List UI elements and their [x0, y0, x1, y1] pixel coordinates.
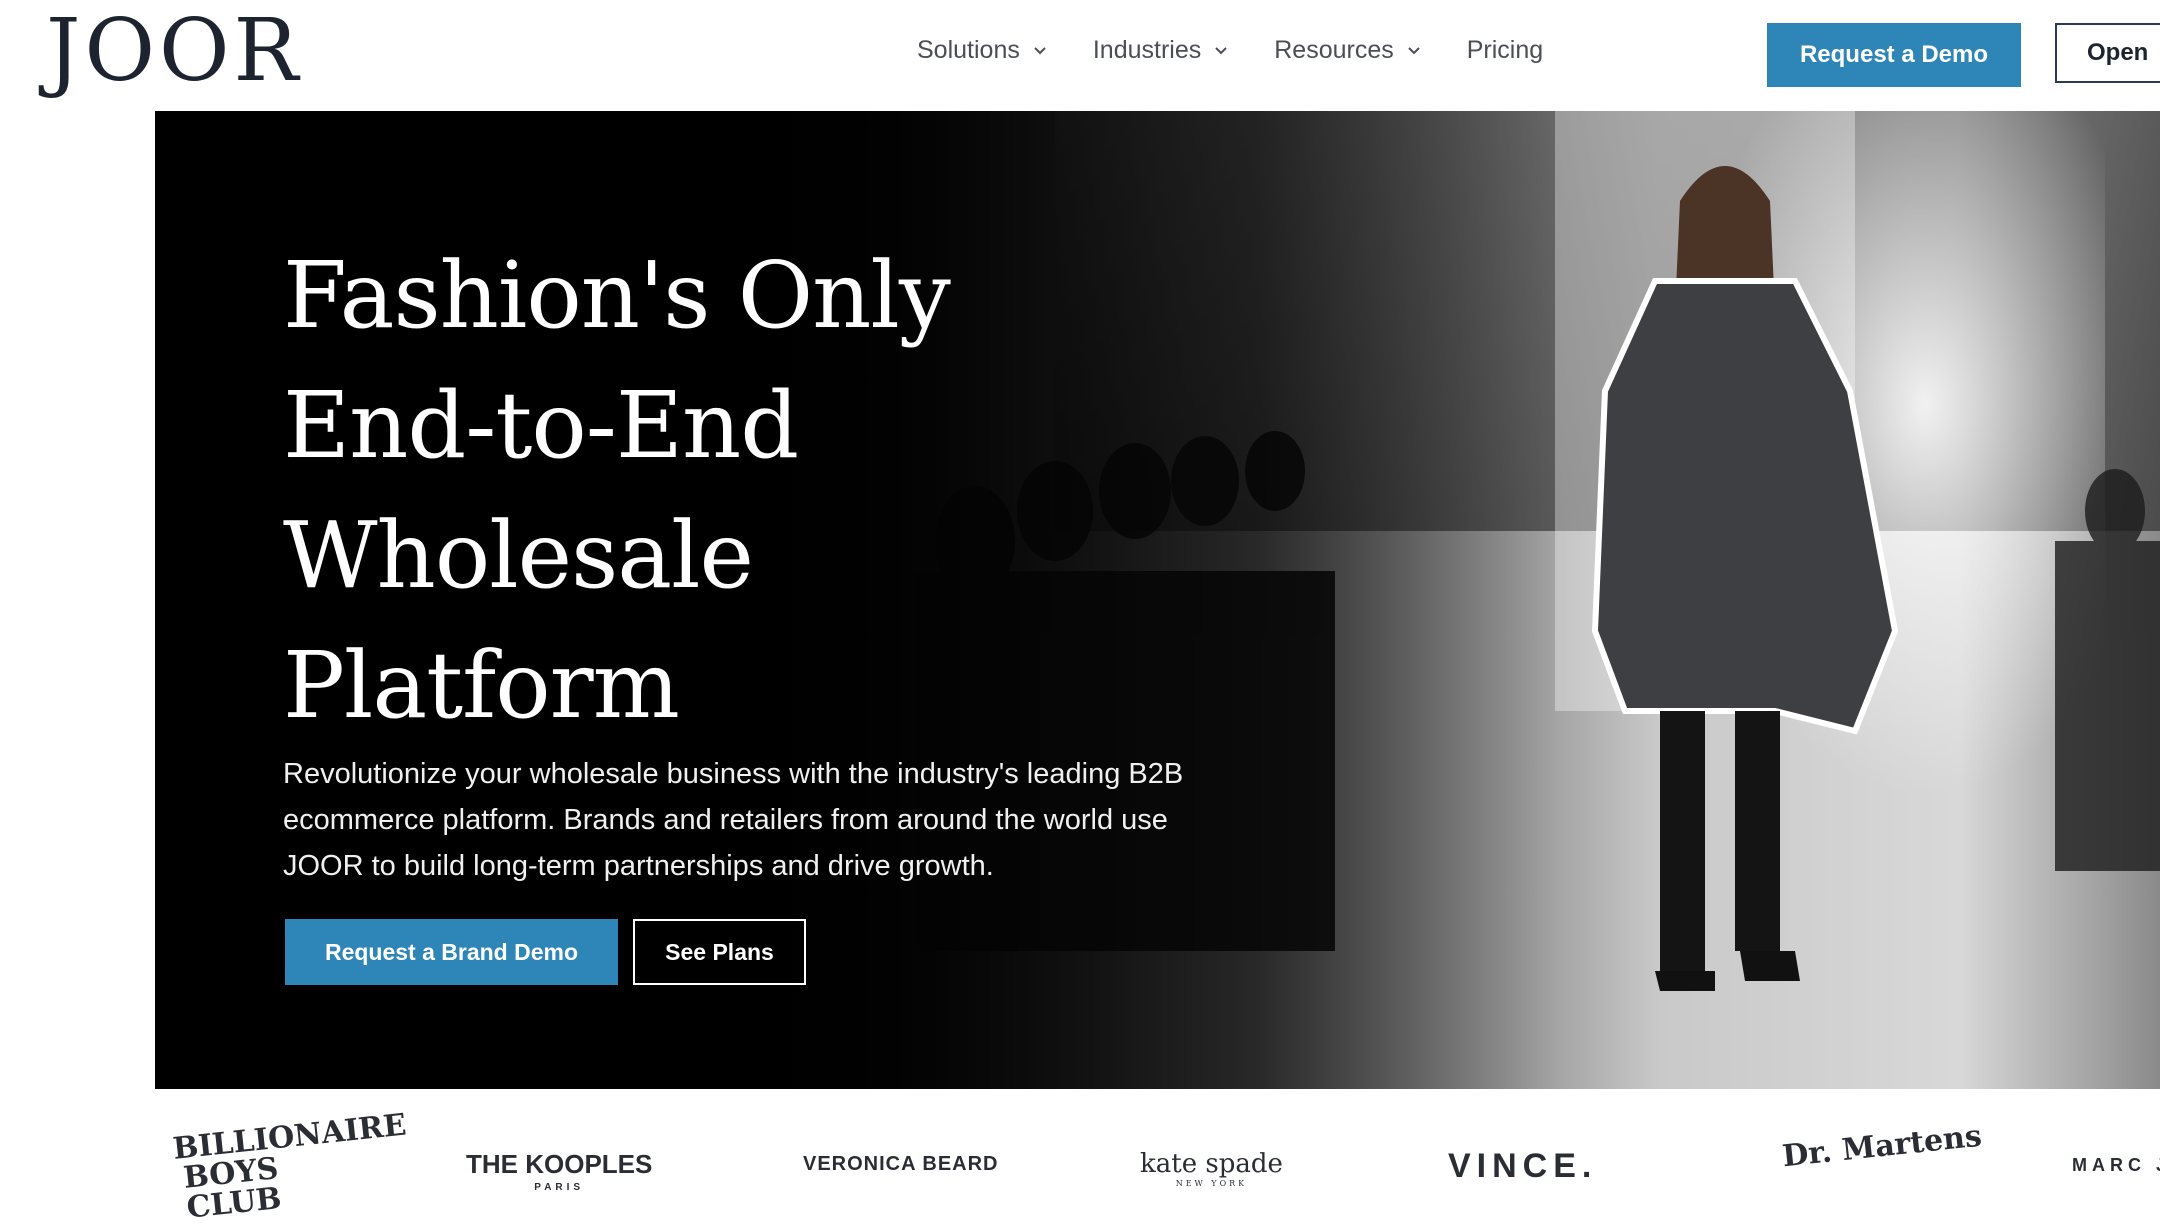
hero-title-line: End-to-End: [283, 372, 799, 479]
the-kooples-name: THE KOOPLES: [466, 1149, 653, 1179]
chevron-down-icon: [1408, 46, 1420, 54]
billionaire-boys-club-logo: BILLIONAIRE BOYS CLUB: [171, 1107, 408, 1226]
top-navigation: JOOR Solutions Industries Resources Pric…: [0, 0, 2160, 110]
request-brand-demo-button[interactable]: Request a Brand Demo: [285, 919, 618, 985]
menu-pricing[interactable]: Pricing: [1467, 36, 1543, 65]
vince-logo: VINCE.: [1448, 1147, 1598, 1185]
menu-resources[interactable]: Resources: [1274, 36, 1421, 65]
menu-industries[interactable]: Industries: [1093, 36, 1228, 65]
the-kooples-sub: PARIS: [534, 1182, 585, 1193]
kate-spade-name: kate spade: [1140, 1149, 1283, 1179]
menu-industries-label: Industries: [1092, 36, 1202, 64]
kate-spade-logo: kate spade NEW YORK: [1140, 1149, 1283, 1188]
chevron-down-icon: [1215, 46, 1227, 54]
menu-resources-label: Resources: [1274, 36, 1394, 64]
menu-solutions-label: Solutions: [917, 36, 1020, 64]
veronica-beard-logo: VERONICA BEARD: [803, 1153, 999, 1175]
hero-title-line: Fashion's Only: [283, 242, 951, 349]
dr-martens-logo: Dr. Martens: [1780, 1118, 1984, 1175]
open-button[interactable]: Open: [2055, 23, 2160, 83]
brand-logo-strip: BILLIONAIRE BOYS CLUB THE KOOPLES PARIS …: [0, 1089, 2160, 1226]
menu-pricing-label: Pricing: [1466, 36, 1544, 64]
marc-jacobs-logo: MARC J: [2072, 1155, 2160, 1175]
hero-title: Fashion's Only End-to-End Wholesale Plat…: [283, 231, 1183, 751]
kate-spade-sub: NEW YORK: [1175, 1179, 1248, 1188]
hero-title-line: Wholesale: [283, 502, 754, 609]
main-menu: Solutions Industries Resources Pricing: [917, 36, 1589, 65]
chevron-down-icon: [1034, 46, 1046, 54]
see-plans-button[interactable]: See Plans: [633, 919, 806, 985]
menu-solutions[interactable]: Solutions: [917, 36, 1047, 65]
hero-title-line: Platform: [283, 632, 680, 739]
joor-logo[interactable]: JOOR: [46, 8, 302, 94]
hero-subtitle: Revolutionize your wholesale business wi…: [283, 758, 1184, 882]
the-kooples-logo: THE KOOPLES PARIS: [466, 1149, 652, 1193]
hero-section: Fashion's Only End-to-End Wholesale Plat…: [155, 111, 2160, 1089]
request-demo-button[interactable]: Request a Demo: [1767, 23, 2021, 87]
